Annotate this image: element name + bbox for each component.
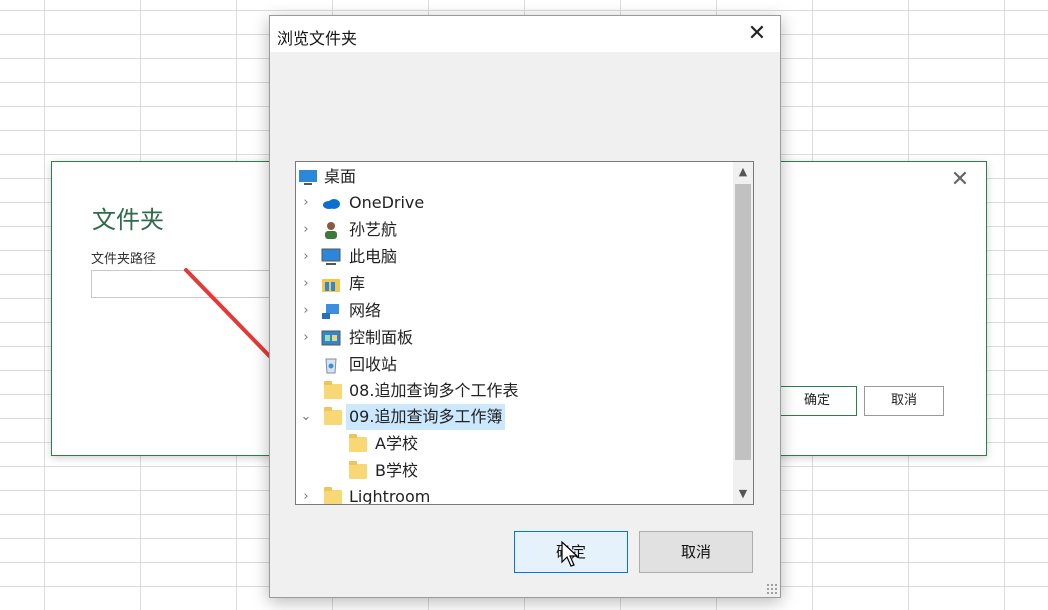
tree-item-desktop[interactable]: 桌面	[296, 164, 732, 190]
chevron-down-icon[interactable]: ⌄	[299, 404, 313, 430]
folder-icon	[324, 381, 342, 399]
scroll-up-icon[interactable]: ▲	[733, 162, 753, 182]
tree-item-label: Lightroom	[349, 487, 431, 505]
tree-item-label: 回收站	[349, 355, 398, 374]
browse-folder-dialog: 浏览文件夹 ✕ 桌面 › OneDrive › 孙艺航 › 此电脑 › 库 › …	[269, 15, 781, 598]
tree-item-label: 控制面板	[349, 328, 414, 347]
browse-dialog-close-icon[interactable]: ✕	[744, 21, 770, 47]
tree-item-label: B学校	[375, 461, 418, 480]
tree-item-library[interactable]: › 库	[296, 271, 732, 297]
folder-tree[interactable]: 桌面 › OneDrive › 孙艺航 › 此电脑 › 库 › 网络 › 控制面…	[295, 161, 754, 505]
folder-path-label: 文件夹路径	[91, 252, 157, 267]
tree-item-label: 08.追加查询多个工作表	[349, 381, 519, 400]
folder-icon	[324, 407, 342, 425]
chevron-right-icon[interactable]: ›	[299, 325, 313, 351]
tree-item-label: 网络	[349, 301, 382, 320]
tree-item-folder-a-school[interactable]: A学校	[296, 431, 732, 457]
tree-item-recycle-bin[interactable]: 回收站	[296, 352, 732, 378]
browse-ok-button[interactable]: 确定	[514, 531, 628, 573]
tree-item-onedrive[interactable]: › OneDrive	[296, 190, 732, 216]
scroll-down-icon[interactable]: ▼	[733, 484, 753, 504]
recycle-bin-icon	[325, 358, 337, 374]
tree-item-user[interactable]: › 孙艺航	[296, 217, 732, 243]
tree-item-label: 09.追加查询多工作簿	[346, 404, 506, 430]
folder-dialog-close-icon[interactable]: ✕	[948, 168, 972, 192]
browse-dialog-titlebar: 浏览文件夹 ✕	[270, 16, 780, 52]
tree-item-control-panel[interactable]: › 控制面板	[296, 325, 732, 351]
control-panel-icon	[321, 330, 341, 346]
folder-dialog-ok-button[interactable]: 确定	[777, 386, 857, 416]
chevron-right-icon[interactable]: ›	[299, 217, 313, 243]
tree-item-folder-lightroom[interactable]: › Lightroom	[296, 484, 732, 505]
chevron-right-icon[interactable]: ›	[299, 271, 313, 297]
tree-item-folder-09[interactable]: ⌄ 09.追加查询多工作簿	[296, 404, 732, 430]
user-icon	[325, 222, 337, 239]
desktop-icon	[299, 170, 317, 185]
folder-dialog-title: 文件夹	[92, 206, 164, 234]
tree-item-label: A学校	[375, 434, 418, 453]
folder-dialog-cancel-button[interactable]: 取消	[864, 386, 944, 416]
folder-icon	[324, 487, 342, 504]
tree-item-label: 此电脑	[349, 247, 398, 266]
tree-item-folder-b-school[interactable]: B学校	[296, 458, 732, 484]
scrollbar-thumb[interactable]	[735, 184, 751, 460]
chevron-right-icon[interactable]: ›	[299, 484, 313, 504]
tree-item-this-pc[interactable]: › 此电脑	[296, 244, 732, 270]
folder-icon	[349, 434, 367, 452]
chevron-right-icon[interactable]: ›	[299, 244, 313, 270]
computer-icon	[321, 248, 341, 265]
network-icon	[322, 304, 339, 319]
browse-dialog-title: 浏览文件夹	[277, 29, 358, 48]
chevron-right-icon[interactable]: ›	[299, 190, 313, 216]
chevron-right-icon[interactable]: ›	[299, 298, 313, 324]
cloud-icon	[323, 199, 340, 209]
tree-item-label: 库	[349, 274, 366, 293]
tree-item-label: 桌面	[324, 167, 357, 186]
folder-icon	[349, 461, 367, 479]
browse-cancel-button[interactable]: 取消	[639, 531, 753, 573]
tree-item-label: OneDrive	[349, 193, 425, 212]
tree-item-network[interactable]: › 网络	[296, 298, 732, 324]
resize-grip-icon[interactable]	[766, 583, 778, 595]
tree-item-label: 孙艺航	[349, 220, 398, 239]
tree-scrollbar[interactable]: ▲ ▼	[733, 162, 753, 504]
tree-item-folder-08[interactable]: 08.追加查询多个工作表	[296, 378, 732, 404]
library-icon	[322, 279, 340, 292]
